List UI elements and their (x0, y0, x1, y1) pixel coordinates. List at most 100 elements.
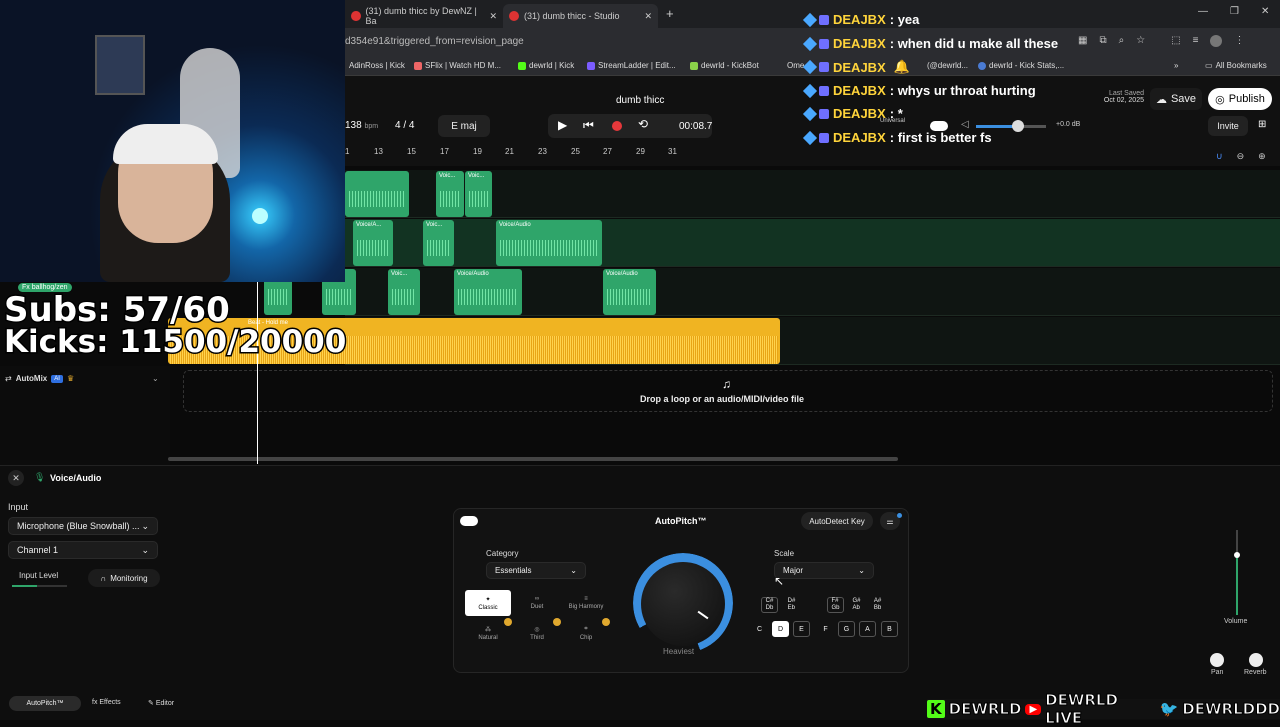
gift-icon[interactable]: ⊞ (1258, 119, 1266, 130)
profile-avatar[interactable] (1210, 35, 1223, 47)
strength-knob[interactable] (641, 562, 725, 646)
audio-clip[interactable] (345, 171, 409, 217)
publish-label: Publish (1228, 93, 1265, 105)
time-signature[interactable]: 4 / 4 (395, 120, 414, 131)
audio-clip[interactable]: Voice/A... (353, 220, 393, 266)
browser-tab-2[interactable]: (31) dumb thicc - Studio ✕ (503, 4, 658, 28)
invite-button[interactable]: Invite (1208, 116, 1248, 136)
globe-icon: ◎ (1215, 93, 1225, 106)
key-selector[interactable]: E maj (438, 115, 490, 137)
bookmark-2[interactable]: SFlix | Watch HD M... (414, 61, 501, 70)
zoom-in-icon[interactable]: ⊕ (1258, 151, 1266, 162)
bpm-display[interactable]: 138 bpm (345, 120, 378, 131)
preset-classic[interactable]: ✦ Classic (465, 590, 511, 616)
tab-autopitch[interactable]: AutoPitch™ (9, 696, 81, 711)
restore-icon[interactable]: ❐ (1230, 6, 1239, 17)
magnet-icon[interactable]: ∪ (1216, 151, 1223, 162)
close-tab-icon[interactable]: ✕ (644, 11, 652, 22)
bookmark-label: (@dewrld... (927, 61, 969, 70)
speaker-icon[interactable]: ◁ (961, 119, 969, 130)
key-d[interactable]: D (772, 621, 789, 637)
master-volume-thumb[interactable] (1012, 120, 1024, 132)
key-b[interactable]: B (881, 621, 898, 637)
audio-clip[interactable]: Voice/Audio (496, 220, 602, 266)
reverb-knob[interactable] (1249, 653, 1263, 667)
play-icon[interactable]: ▶ (558, 118, 567, 132)
track-lane-2[interactable] (345, 219, 1280, 267)
key-g-sharp[interactable]: G# Ab (848, 597, 865, 613)
key-c[interactable]: C (751, 621, 768, 637)
volume-thumb[interactable] (1234, 552, 1240, 558)
bookmark-4[interactable]: StreamLadder | Edit... (587, 61, 676, 70)
key-g[interactable]: G (838, 621, 855, 637)
bookmark-8[interactable]: dewrld - Kick Stats,... (978, 61, 1064, 70)
grid-icon[interactable]: ▦ (1078, 35, 1087, 47)
bookmark-7[interactable]: (@dewrld... (927, 61, 968, 70)
all-bookmarks[interactable]: ▭ All Bookmarks (1205, 61, 1267, 70)
audio-clip[interactable]: Voice/Audio (603, 269, 656, 315)
zoom-icon[interactable]: ⌕ (1119, 35, 1125, 47)
loop-icon[interactable]: ⟲ (638, 117, 648, 131)
extensions-icon[interactable]: ⬚ (1171, 35, 1180, 47)
zoom-out-icon[interactable]: ⊖ (1237, 151, 1245, 162)
audio-clip[interactable]: Voic... (436, 171, 464, 217)
audio-clip[interactable]: Voic... (388, 269, 420, 315)
automix-row[interactable]: ⇄ AutoMix AI ♛ (5, 374, 74, 383)
bookmarks-overflow-icon[interactable]: » (1174, 61, 1178, 70)
horizontal-scrollbar[interactable] (168, 457, 898, 461)
volume-slider[interactable] (1236, 530, 1238, 615)
preset-big-harmony[interactable]: ≡ Big Harmony (563, 590, 609, 616)
key-a-sharp[interactable]: A# Bb (869, 597, 886, 613)
category-select[interactable]: Essentials ⌄ (486, 562, 586, 579)
key-c-sharp[interactable]: C# Db (761, 597, 778, 613)
close-panel-icon[interactable]: ✕ (8, 470, 24, 486)
bookmark-5[interactable]: dewrld - KickBot (690, 61, 759, 70)
preset-duet[interactable]: ∞ Duet (514, 590, 560, 616)
key-f-sharp[interactable]: F# Gb (827, 597, 844, 613)
key-e[interactable]: E (793, 621, 810, 637)
key-d-sharp[interactable]: D# Eb (783, 597, 800, 613)
media-icon[interactable]: ≡ (1193, 35, 1199, 47)
key-a[interactable]: A (859, 621, 876, 637)
bookmark-6[interactable]: Ome (787, 61, 804, 70)
cast-icon[interactable]: ⧉ (1099, 35, 1106, 47)
waveform (458, 289, 518, 305)
record-icon[interactable] (612, 121, 622, 131)
master-volume-slider[interactable] (976, 125, 1046, 128)
playhead[interactable] (257, 282, 258, 464)
bookmark-1[interactable]: AdinRoss | Kick (349, 61, 405, 70)
ruler-tick: 15 (407, 147, 416, 156)
autopitch-toggle[interactable] (460, 516, 478, 526)
tab-editor[interactable]: ✎ Editor (148, 699, 174, 707)
waveform (469, 191, 488, 207)
publish-button[interactable]: ◎ Publish (1208, 88, 1272, 110)
close-tab-icon[interactable]: ✕ (489, 11, 497, 22)
badge-icon (802, 106, 818, 121)
new-tab-icon[interactable]: + (666, 6, 674, 21)
audio-clip[interactable]: Voic... (423, 220, 454, 266)
audio-clip[interactable]: Voice/Audio (454, 269, 522, 315)
skip-back-icon[interactable]: ⏮ (583, 118, 594, 133)
bookmark-3[interactable]: dewrld | Kick (518, 61, 574, 70)
scale-select[interactable]: Major ⌄ (774, 562, 874, 579)
channel-select[interactable]: Channel 1 ⌄ (8, 541, 158, 559)
save-button[interactable]: ☁ Save (1150, 88, 1202, 110)
autodetect-key-button[interactable]: AutoDetect Key (801, 512, 873, 530)
pan-knob[interactable] (1210, 653, 1224, 667)
key-f[interactable]: F (817, 621, 834, 637)
monitoring-button[interactable]: ∩ Monitoring (88, 569, 160, 587)
bookmark-label: All Bookmarks (1215, 61, 1267, 70)
chevron-down-icon[interactable]: ⌄ (152, 374, 159, 383)
menu-icon[interactable]: ⋮ (1234, 35, 1244, 47)
minimize-icon[interactable]: — (1198, 6, 1208, 17)
browser-tab-1[interactable]: (31) dumb thicc by DewNZ | Ba ✕ (345, 4, 503, 28)
url-text[interactable]: d354e91&triggered_from=revision_page (345, 36, 524, 47)
tab-effects[interactable]: fx Effects (92, 699, 121, 706)
close-window-icon[interactable]: ✕ (1261, 6, 1269, 17)
star-icon[interactable]: ☆ (1136, 35, 1145, 47)
sub-badge-icon (819, 108, 829, 119)
input-device-select[interactable]: Microphone (Blue Snowball) ... ⌄ (8, 517, 158, 535)
audio-clip[interactable]: Voic... (465, 171, 492, 217)
project-title[interactable]: dumb thicc (616, 95, 664, 106)
timeline-ruler[interactable] (345, 146, 1280, 166)
